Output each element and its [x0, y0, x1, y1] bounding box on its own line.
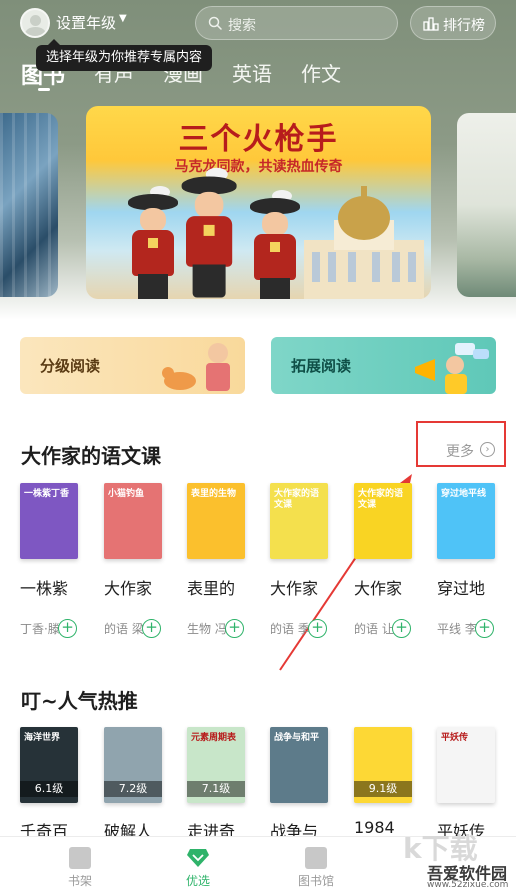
book-cover[interactable]: 小猫钓鱼 [104, 483, 162, 559]
nav-library[interactable]: 图书馆 [276, 837, 356, 893]
avatar[interactable] [20, 8, 50, 38]
book-cover[interactable]: 元素周期表 7.1级 [187, 727, 245, 803]
book-cover[interactable]: 9.1级 [354, 727, 412, 803]
kid-reading-illustration [162, 343, 230, 391]
chevron-down-icon[interactable]: ▼ [119, 13, 127, 24]
book-cover[interactable]: 表里的生物 [187, 483, 245, 559]
add-to-shelf-button[interactable]: + [392, 619, 411, 638]
book-cover[interactable]: 7.2级 [104, 727, 162, 803]
musketeer-figure [175, 167, 241, 298]
featured-banner[interactable]: 三个火枪手 马克龙同款，共读热血传奇 [86, 106, 431, 299]
bookshelf-icon [69, 847, 91, 869]
search-bar[interactable]: 搜索 [195, 6, 398, 40]
watermark: k下载 吾爱软件园 www.52zixue.com [395, 826, 516, 893]
nav-label: 优选 [185, 874, 210, 888]
watermark-url: www.52zixue.com [427, 880, 509, 890]
tab-english[interactable]: 英语 [232, 58, 272, 87]
nav-featured[interactable]: 优选 [158, 837, 238, 893]
book-title[interactable]: 大作家 [270, 575, 318, 599]
book-cover-text: 平妖传 [441, 733, 469, 743]
watermark-logo-icon: k下载 [403, 832, 478, 864]
add-to-shelf-button[interactable]: + [225, 619, 244, 638]
top-bar: 设置年级 ▼ 搜索 排行榜 [0, 0, 516, 48]
graded-reading-label: 分级阅读 [40, 357, 101, 375]
nav-bookshelf[interactable]: 书架 [40, 837, 120, 893]
reading-level-badge: 6.1级 [20, 781, 78, 797]
banner-title: 三个火枪手 [178, 122, 339, 157]
banner-next-slide[interactable] [457, 113, 516, 297]
search-placeholder: 搜索 [228, 18, 256, 34]
book-cover[interactable]: 海洋世界 6.1级 [20, 727, 78, 803]
book-title[interactable]: 表里的 [187, 575, 235, 599]
megaphone-illustration [415, 343, 489, 394]
reading-level-badge: 7.1级 [187, 781, 245, 797]
ranking-button[interactable]: 排行榜 [410, 6, 496, 40]
section-title-authors: 大作家的语文课 [21, 444, 161, 468]
book-cover[interactable]: 战争与和平 [270, 727, 328, 803]
book-cover-text: 大作家的语文课 [274, 489, 320, 510]
musketeer-figure [244, 190, 304, 299]
grade-tooltip: 选择年级为你推荐专属内容 [36, 39, 213, 71]
book-cover-text: 小猫钓鱼 [108, 489, 145, 499]
add-to-shelf-button[interactable]: + [58, 619, 77, 638]
book-cover-text: 战争与和平 [274, 733, 320, 743]
book-cover-text: 表里的生物 [191, 489, 237, 499]
book-title[interactable]: 一株紫 [20, 575, 68, 599]
annotation-highlight-box [416, 421, 506, 467]
reading-level-badge: 9.1级 [354, 781, 412, 797]
musketeer-figure [122, 186, 182, 299]
graded-reading-card[interactable]: 分级阅读 [20, 337, 245, 394]
book-cover[interactable]: 平妖传 [437, 727, 495, 803]
banner-subtitle: 马克龙同款，共读热血传奇 [174, 159, 343, 175]
book-title[interactable]: 1984 [354, 818, 395, 837]
book-cover[interactable]: 大作家的语文课 [354, 483, 412, 559]
nav-label: 书架 [67, 874, 92, 888]
book-cover-text: 穿过地平线 [441, 489, 487, 499]
reading-level-badge: 7.2级 [104, 781, 162, 797]
book-cover-text: 海洋世界 [24, 733, 61, 743]
library-icon [305, 847, 327, 869]
book-cover[interactable]: 一株紫丁香 [20, 483, 78, 559]
nav-label: 图书馆 [297, 874, 334, 888]
palace-illustration [304, 186, 424, 299]
search-icon [208, 16, 222, 30]
banner-prev-slide[interactable] [0, 113, 58, 297]
grade-selector-label[interactable]: 设置年级 [56, 12, 116, 33]
book-cover-text: 大作家的语文课 [358, 489, 404, 510]
active-tab-indicator [38, 88, 50, 91]
book-cover[interactable]: 大作家的语文课 [270, 483, 328, 559]
ranking-label: 排行榜 [443, 18, 485, 34]
section-title-hot: 叮~人气热推 [21, 689, 138, 713]
add-to-shelf-button[interactable]: + [142, 619, 161, 638]
book-cover[interactable]: 穿过地平线 [437, 483, 495, 559]
add-to-shelf-button[interactable]: + [308, 619, 327, 638]
book-title[interactable]: 大作家 [354, 575, 402, 599]
book-cover-text: 元素周期表 [191, 733, 237, 743]
book-title[interactable]: 穿过地 [437, 575, 485, 599]
add-to-shelf-button[interactable]: + [475, 619, 494, 638]
book-title[interactable]: 大作家 [104, 575, 152, 599]
extended-reading-label: 拓展阅读 [291, 357, 352, 375]
book-cover-text: 一株紫丁香 [24, 489, 70, 499]
tab-composition[interactable]: 作文 [301, 58, 341, 87]
diamond-icon [187, 849, 209, 867]
ranking-icon [423, 17, 439, 31]
extended-reading-card[interactable]: 拓展阅读 [271, 337, 496, 394]
